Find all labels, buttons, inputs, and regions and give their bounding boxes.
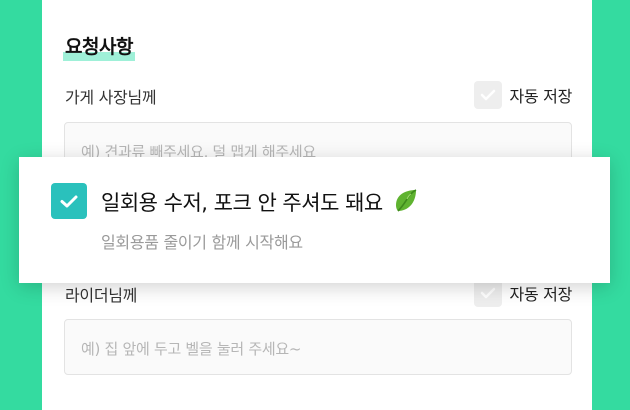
no-utensils-title: 일회용 수저, 포크 안 주셔도 돼요: [101, 187, 419, 217]
no-utensils-option[interactable]: 일회용 수저, 포크 안 주셔도 돼요 일회용품 줄이기 함께 시작해요: [19, 157, 610, 283]
store-autosave-checkbox[interactable]: [473, 81, 502, 109]
rider-autosave-toggle[interactable]: 자동 저장: [473, 279, 573, 307]
checkmark-icon: [60, 195, 78, 207]
rider-request-label: 라이더님께: [65, 286, 138, 305]
no-utensils-subtitle: 일회용품 줄이기 함께 시작해요: [101, 233, 303, 252]
no-utensils-checkbox[interactable]: [51, 183, 87, 219]
rider-request-placeholder: 예) 집 앞에 두고 벨을 눌러 주세요~: [81, 340, 302, 358]
leaf-icon: [395, 189, 417, 212]
store-request-label: 가게 사장님께: [65, 88, 157, 107]
section-title: 요청사항: [63, 32, 135, 61]
no-utensils-title-text: 일회용 수저, 포크 안 주셔도 돼요: [101, 191, 383, 215]
rider-autosave-checkbox[interactable]: [473, 279, 502, 307]
store-autosave-label: 자동 저장: [509, 87, 573, 106]
checkmark-icon: [480, 89, 495, 101]
section-title-text: 요청사항: [65, 36, 133, 58]
rider-request-input[interactable]: 예) 집 앞에 두고 벨을 눌러 주세요~: [64, 319, 572, 375]
rider-autosave-label: 자동 저장: [509, 285, 573, 304]
store-autosave-toggle[interactable]: 자동 저장: [473, 81, 573, 109]
checkmark-icon: [480, 287, 495, 299]
